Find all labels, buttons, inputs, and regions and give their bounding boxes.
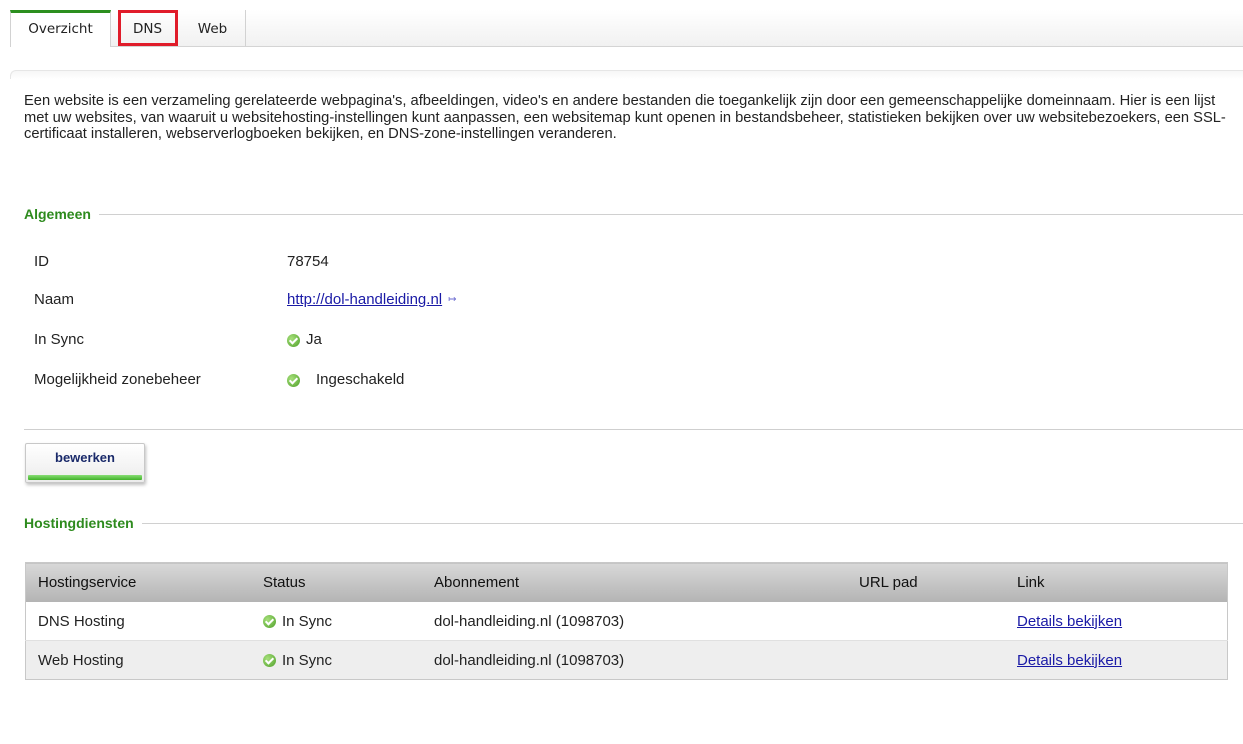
horizontal-divider xyxy=(24,429,1243,430)
tab-overzicht[interactable]: Overzicht xyxy=(10,10,111,47)
tab-dns[interactable]: DNS xyxy=(118,10,178,46)
section-hosting: Hostingdiensten xyxy=(24,514,1243,532)
sync-value: Ja xyxy=(306,331,322,348)
section-general: Algemeen xyxy=(24,205,1243,223)
check-circle-icon xyxy=(263,654,276,668)
sync-label: In Sync xyxy=(34,331,85,348)
link-cell: Details bekijken xyxy=(1005,640,1228,680)
table-header-row: Hostingservice Status Abonnement URL pad… xyxy=(25,562,1228,602)
status-cell: In Sync xyxy=(251,602,422,641)
name-label: Naam xyxy=(34,291,75,308)
zone-value: Ingeschakeld xyxy=(316,371,405,388)
tab-bar: Overzicht DNS Web xyxy=(10,10,1243,47)
intro-text: Een website is een verzameling gerelatee… xyxy=(24,93,1226,142)
column-header: URL pad xyxy=(847,562,1005,602)
id-value: 78754 xyxy=(287,253,329,270)
details-link[interactable]: Details bekijken xyxy=(1017,613,1122,630)
url-path-cell xyxy=(847,640,1005,680)
column-header: Status xyxy=(251,562,422,602)
table-row: DNS Hosting In Sync dol-handleiding.nl (… xyxy=(25,602,1228,641)
column-header: Link xyxy=(1005,562,1228,602)
column-header: Abonnement xyxy=(422,562,847,602)
content-panel-edge xyxy=(10,70,1243,79)
column-header: Hostingservice xyxy=(25,562,251,602)
link-cell: Details bekijken xyxy=(1005,602,1228,641)
subscription-cell: dol-handleiding.nl (1098703) xyxy=(422,602,847,641)
zone-label: Mogelijkheid zonebeheer xyxy=(34,371,201,388)
name-value-container: http://dol-handleiding.nl ↦ xyxy=(287,290,457,310)
section-hosting-title: Hostingdiensten xyxy=(24,515,134,531)
edit-button[interactable]: bewerken xyxy=(25,443,145,483)
status-text: In Sync xyxy=(282,651,333,669)
hosting-table: Hostingservice Status Abonnement URL pad… xyxy=(25,562,1228,680)
website-link[interactable]: http://dol-handleiding.nl xyxy=(287,290,442,310)
url-path-cell xyxy=(847,602,1005,641)
sync-value-container: Ja xyxy=(287,330,322,350)
id-label: ID xyxy=(34,253,49,270)
edit-button-label: bewerken xyxy=(55,450,115,465)
service-cell: DNS Hosting xyxy=(25,602,251,641)
check-circle-icon xyxy=(287,333,300,347)
tab-web[interactable]: Web xyxy=(180,10,246,46)
status-text: In Sync xyxy=(282,612,333,630)
external-link-icon[interactable]: ↦ xyxy=(448,290,456,310)
subscription-cell: dol-handleiding.nl (1098703) xyxy=(422,640,847,680)
button-accent-bar xyxy=(28,475,142,480)
zone-value-container: Ingeschakeld xyxy=(287,370,404,390)
section-general-title: Algemeen xyxy=(24,206,91,222)
check-circle-icon xyxy=(263,615,276,629)
details-link[interactable]: Details bekijken xyxy=(1017,652,1122,669)
service-cell: Web Hosting xyxy=(25,640,251,680)
section-divider xyxy=(141,522,1243,524)
section-divider xyxy=(98,213,1243,215)
status-cell: In Sync xyxy=(251,640,422,680)
check-circle-icon xyxy=(287,373,300,387)
table-row: Web Hosting In Sync dol-handleiding.nl (… xyxy=(25,640,1228,680)
